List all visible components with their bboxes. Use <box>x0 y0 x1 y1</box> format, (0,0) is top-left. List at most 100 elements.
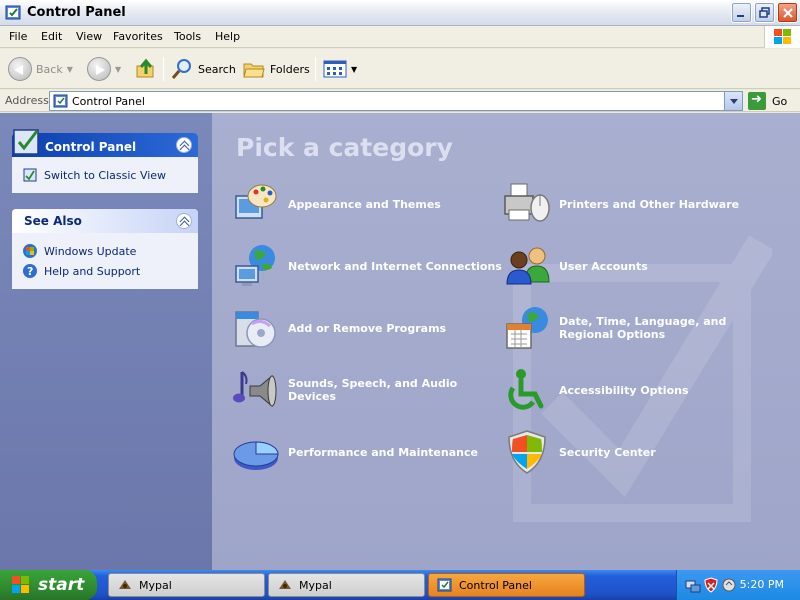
pick-category-heading: Pick a category <box>236 133 453 162</box>
taskbar-item-label: Mypal <box>139 578 172 592</box>
forward-arrow-icon <box>87 57 111 81</box>
category-label: Add or Remove Programs <box>288 321 447 335</box>
category-accessibility[interactable]: Accessibility Options <box>503 366 773 414</box>
security-alert-icon[interactable] <box>703 577 719 593</box>
category-label: Security Center <box>559 445 656 459</box>
category-user-accounts[interactable]: User Accounts <box>503 242 773 290</box>
category-label: Network and Internet Connections <box>288 259 502 273</box>
mypal-icon <box>119 580 131 589</box>
close-icon <box>783 8 793 18</box>
classic-view-icon <box>23 168 37 182</box>
forward-dropdown-icon[interactable]: ▼ <box>115 65 121 74</box>
control-panel-large-icon <box>13 129 39 155</box>
back-button[interactable]: Back ▼ <box>8 55 73 83</box>
views-button[interactable]: ▼ <box>323 55 357 83</box>
control-panel-icon <box>53 94 68 108</box>
title-bar: Control Panel <box>0 0 800 26</box>
control-panel-icon <box>5 5 21 20</box>
category-performance[interactable]: Performance and Maintenance <box>232 428 502 476</box>
appearance-icon <box>235 184 277 219</box>
category-security-center[interactable]: Security Center <box>503 428 773 476</box>
views-icon <box>323 60 347 78</box>
system-tray: 5:20 PM <box>676 570 800 600</box>
search-button[interactable]: Search <box>170 55 236 83</box>
back-arrow-icon <box>8 57 32 81</box>
category-date-time-regional[interactable]: Date, Time, Language, and Regional Optio… <box>503 304 773 352</box>
address-label: Address <box>5 94 49 107</box>
windows-update-label: Windows Update <box>44 244 137 258</box>
help-support-link[interactable]: ? Help and Support <box>22 261 188 281</box>
taskbar: start Mypal Mypal Control Panel 5:20 PM <box>0 570 800 600</box>
network-tray-icon[interactable] <box>685 577 701 593</box>
collapse-icon[interactable] <box>176 137 192 153</box>
windows-update-icon <box>23 244 37 258</box>
help-icon: ? <box>23 264 37 278</box>
windows-logo <box>764 26 800 48</box>
category-network[interactable]: Network and Internet Connections <box>232 242 502 290</box>
search-icon <box>171 59 191 79</box>
address-dropdown-button[interactable] <box>724 92 742 110</box>
start-button[interactable]: start <box>0 570 97 600</box>
maximize-button[interactable] <box>754 2 775 23</box>
windows-flag-icon <box>12 576 29 593</box>
menu-file[interactable]: File <box>9 30 27 43</box>
go-arrow-icon <box>748 92 766 110</box>
taskbar-item-label: Control Panel <box>459 578 532 592</box>
category-label: Accessibility Options <box>559 383 689 397</box>
collapse-icon[interactable] <box>176 213 192 229</box>
folders-button[interactable]: Folders <box>242 55 310 83</box>
accessibility-icon <box>508 369 544 410</box>
minimize-icon <box>737 15 744 17</box>
category-add-remove-programs[interactable]: Add or Remove Programs <box>232 304 502 352</box>
menu-help[interactable]: Help <box>215 30 240 43</box>
toolbar-separator <box>315 57 316 81</box>
category-printers-hardware[interactable]: Printers and Other Hardware <box>503 180 773 228</box>
task-pane: Control Panel Switch to Classic View See… <box>0 113 212 570</box>
taskbar-item-label: Mypal <box>299 578 332 592</box>
up-folder-icon <box>136 58 154 78</box>
category-label: Date, Time, Language, and Regional Optio… <box>559 315 727 341</box>
menu-tools[interactable]: Tools <box>174 30 201 43</box>
category-appearance[interactable]: Appearance and Themes <box>232 180 502 228</box>
toolbar-separator <box>163 57 164 81</box>
datetime-icon <box>506 307 548 349</box>
control-panel-section-header[interactable]: Control Panel <box>12 129 198 157</box>
switch-classic-view-label: Switch to Classic View <box>44 168 167 182</box>
svg-text:?: ? <box>27 265 33 278</box>
category-label: Sounds, Speech, and Audio Devices <box>288 377 458 403</box>
category-sounds[interactable]: Sounds, Speech, and Audio Devices <box>232 366 502 414</box>
category-label: Printers and Other Hardware <box>559 197 740 211</box>
mypal-icon <box>279 580 291 589</box>
see-also-header[interactable]: See Also <box>12 209 198 233</box>
go-label: Go <box>772 94 788 108</box>
control-panel-section-title: Control Panel <box>45 140 137 154</box>
shield-icon <box>508 430 546 474</box>
menu-edit[interactable]: Edit <box>41 30 62 43</box>
taskbar-item-mypal-1[interactable]: Mypal <box>108 573 265 597</box>
volume-icon[interactable] <box>721 577 737 593</box>
minimize-button[interactable] <box>731 2 752 23</box>
menu-favorites[interactable]: Favorites <box>113 30 163 43</box>
switch-classic-view-link[interactable]: Switch to Classic View <box>22 165 188 185</box>
go-button[interactable]: Go <box>748 91 798 111</box>
forward-button[interactable]: ▼ <box>87 55 121 83</box>
content-area: Control Panel Switch to Classic View See… <box>0 113 800 570</box>
restore-icon <box>759 7 770 18</box>
menu-view[interactable]: View <box>76 30 102 43</box>
close-button[interactable] <box>777 2 798 23</box>
see-also-section: See Also Windows Update ? Help and Suppo… <box>12 209 198 289</box>
windows-update-link[interactable]: Windows Update <box>22 241 188 261</box>
category-label: Performance and Maintenance <box>288 445 478 459</box>
folders-icon <box>243 63 265 78</box>
views-dropdown-icon[interactable]: ▼ <box>351 65 357 74</box>
menu-bar: File Edit View Favorites Tools Help <box>0 26 800 48</box>
address-input[interactable]: Control Panel <box>49 91 743 111</box>
taskbar-item-control-panel[interactable]: Control Panel <box>428 573 585 597</box>
address-value: Control Panel <box>72 95 145 108</box>
help-support-label: Help and Support <box>44 264 141 278</box>
up-folder-button[interactable] <box>135 55 157 83</box>
back-dropdown-icon[interactable]: ▼ <box>67 65 73 74</box>
taskbar-item-mypal-2[interactable]: Mypal <box>268 573 425 597</box>
clock: 5:20 PM <box>739 578 784 591</box>
back-label: Back <box>36 62 63 76</box>
